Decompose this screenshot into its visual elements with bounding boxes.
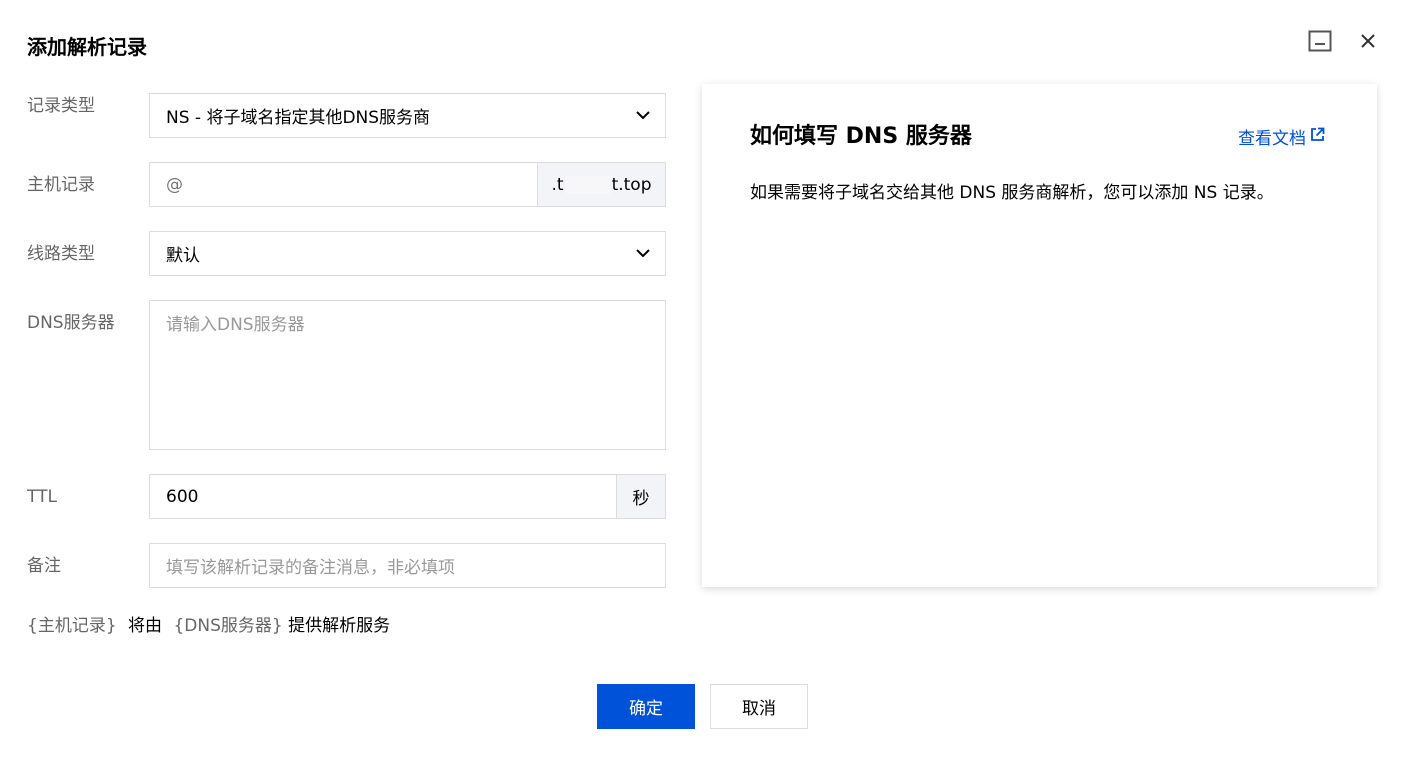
record-type-select[interactable]: NS - 将子域名指定其他DNS服务商 [149, 93, 666, 138]
confirm-button[interactable]: 确定 [597, 684, 695, 729]
cancel-button[interactable]: 取消 [710, 684, 808, 729]
add-record-dialog: 添加解析记录 记录类型 NS - 将子域名指定其他DNS服务商 主机记录 .t … [0, 0, 1412, 759]
ttl-label: TTL [27, 487, 57, 507]
chevron-down-icon [621, 232, 665, 275]
close-button[interactable] [1355, 30, 1381, 56]
summary-dns-var: {DNS服务器} [173, 616, 283, 636]
domain-suffix: .t t.top [537, 163, 665, 206]
line-type-label: 线路类型 [27, 244, 95, 264]
summary-tail: 提供解析服务 [288, 616, 391, 636]
record-type-value: NS - 将子域名指定其他DNS服务商 [166, 108, 431, 128]
dns-server-label: DNS服务器 [27, 313, 115, 333]
remark-placeholder: 填写该解析记录的备注消息，非必填项 [166, 558, 455, 578]
ttl-field: 600 秒 [149, 474, 666, 519]
dialog-title: 添加解析记录 [27, 35, 147, 59]
summary-host-var: {主机记录} [27, 616, 117, 636]
help-panel: 如何填写 DNS 服务器 查看文档 如果需要将子域名交给其他 DNS 服务商解析… [702, 84, 1377, 587]
redacted-domain [565, 175, 610, 194]
domain-suffix-start: .t [551, 174, 564, 195]
remark-label: 备注 [27, 556, 61, 576]
minimize-icon [1308, 30, 1332, 56]
summary-connector: 将由 [128, 616, 163, 636]
dns-server-placeholder: 请输入DNS服务器 [166, 315, 305, 335]
dns-server-textarea[interactable]: 请输入DNS服务器 [149, 300, 666, 450]
line-type-select[interactable]: 默认 [149, 231, 666, 276]
host-field: .t t.top [149, 162, 666, 207]
external-link-icon [1310, 127, 1325, 147]
close-icon [1360, 33, 1376, 53]
view-docs-label: 查看文档 [1238, 129, 1306, 149]
remark-input[interactable]: 填写该解析记录的备注消息，非必填项 [149, 543, 666, 588]
record-type-label: 记录类型 [27, 96, 95, 116]
host-input[interactable] [150, 162, 537, 207]
help-text: 如果需要将子域名交给其他 DNS 服务商解析，您可以添加 NS 记录。 [750, 183, 1274, 203]
chevron-down-icon [621, 94, 665, 137]
host-label: 主机记录 [27, 175, 95, 195]
domain-suffix-end: t.top [611, 174, 652, 195]
help-title: 如何填写 DNS 服务器 [750, 124, 972, 149]
view-docs-link[interactable]: 查看文档 [1238, 124, 1325, 149]
ttl-unit: 秒 [616, 475, 665, 518]
line-type-value: 默认 [166, 246, 200, 266]
minimize-button[interactable] [1307, 30, 1333, 56]
record-summary: {主机记录} 将由 {DNS服务器} 提供解析服务 [27, 614, 390, 638]
ttl-input[interactable]: 600 [150, 487, 616, 507]
